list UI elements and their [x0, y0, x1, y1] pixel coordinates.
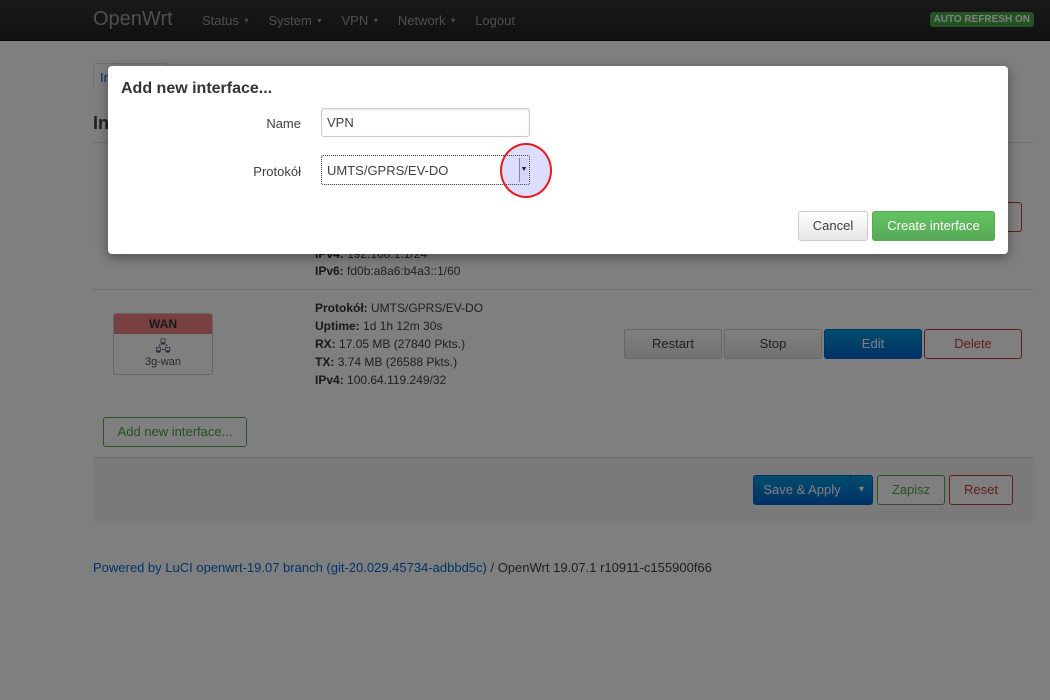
name-label: Name [266, 116, 301, 131]
cancel-button[interactable]: Cancel [798, 211, 868, 241]
protocol-label: Protokół [253, 164, 301, 179]
add-interface-dialog: Add new interface... Name Protokół UMTS/… [108, 66, 1008, 254]
name-input[interactable] [321, 108, 530, 137]
protocol-select[interactable]: UMTS/GPRS/EV-DO ▼ [321, 155, 530, 185]
dialog-title: Add new interface... [121, 80, 273, 97]
highlight-circle-annotation [500, 143, 552, 198]
create-interface-button[interactable]: Create interface [872, 211, 995, 241]
protocol-selected-value: UMTS/GPRS/EV-DO [327, 163, 449, 178]
